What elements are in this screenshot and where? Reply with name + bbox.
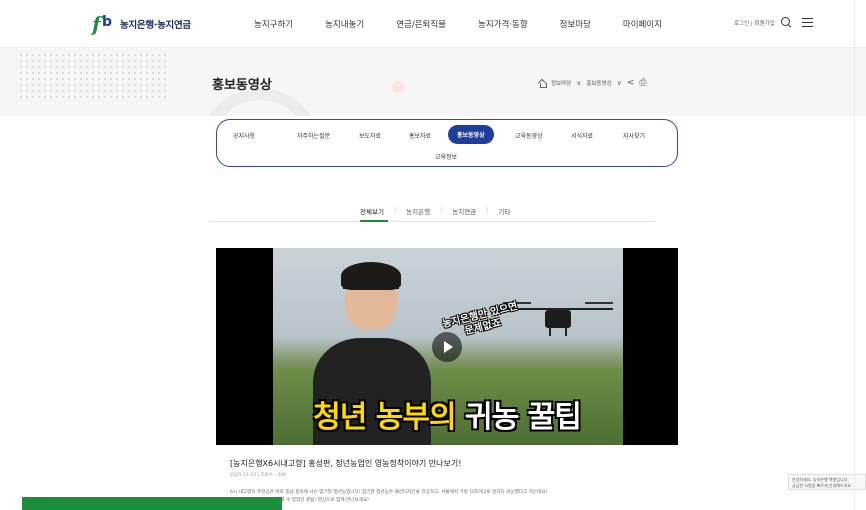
site-header: fb 농지은행·농지연금 농지구하기 농지내놓기 연금/은퇴직불 농지가격·동향…: [0, 0, 866, 48]
post-description: 6시 내고향의 추천공은 바로 충남 홍성에 사는 엄기현 청년농업니다! 엄기…: [230, 490, 548, 503]
tab-promo-material[interactable]: 홍보자료: [409, 131, 431, 140]
tab-forms[interactable]: 서식자료: [571, 131, 593, 140]
pink-dot-decoration: [392, 81, 404, 93]
nav-item-list-farmland[interactable]: 농지내놓기: [325, 18, 364, 30]
chevron-down-icon[interactable]: ∨: [576, 79, 581, 87]
post-title[interactable]: [농지은행X6시내고향] 홍성편, 청년농업인 영농정착이야기 만나보기!: [230, 458, 461, 469]
page-title: 홍보동영상: [212, 78, 272, 93]
filter-farmland-bank[interactable]: 농지은행: [406, 206, 430, 216]
tab-notice[interactable]: 공지사항: [233, 131, 255, 140]
breadcrumb: 정보마당 ∨ 홍보동영상 ∨ < ⎙: [538, 78, 647, 88]
video-caption: 청년 농부의 귀농 꿀팁: [313, 400, 582, 435]
tab-faq[interactable]: 자주하는질문: [297, 131, 330, 140]
page-hero: 홍보동영상 정보마당 ∨ 홍보동영상 ∨ < ⎙: [0, 48, 866, 116]
logo-text: 농지은행·농지연금: [120, 20, 191, 31]
tab-branch-finder[interactable]: 지사찾기: [623, 131, 645, 140]
board-category-tabs: 공지사항 자주하는질문 보도자료 홍보자료 홍보동영상 교육동영상 서식자료 지…: [216, 119, 678, 167]
chevron-down-icon[interactable]: ∨: [617, 79, 622, 87]
separator: |: [486, 206, 489, 214]
nav-item-price-trend[interactable]: 농지가격·동향: [478, 18, 528, 30]
nav-item-info[interactable]: 정보마당: [560, 18, 591, 30]
nav-item-find-farmland[interactable]: 농지구하기: [254, 18, 293, 30]
filter-farmland-pension[interactable]: 농지연금: [452, 206, 476, 216]
breadcrumb-item-current[interactable]: 홍보동영상: [586, 79, 611, 87]
video-player[interactable]: 농지은행만 있으면 문제없죠 청년 농부의 귀농 꿀팁: [216, 248, 678, 445]
filter-divider: [210, 221, 655, 222]
play-icon[interactable]: [432, 332, 462, 362]
site-logo[interactable]: fb 농지은행·농지연금: [92, 12, 191, 36]
tab-edu-info[interactable]: 교육정보: [435, 152, 457, 161]
filter-other[interactable]: 기타: [498, 206, 510, 216]
post-meta: 2025-11-10 | 조회수 : 349: [230, 473, 286, 478]
tab-press[interactable]: 보도자료: [359, 131, 381, 140]
video-filter-tabs: 전체보기 | 농지은행 | 농지연금 | 기타: [360, 206, 510, 216]
home-icon[interactable]: [538, 80, 547, 88]
filter-all[interactable]: 전체보기: [360, 206, 384, 216]
share-icon[interactable]: <: [627, 78, 635, 88]
nav-item-pension[interactable]: 연금/은퇴직불: [396, 18, 446, 30]
tab-edu-video[interactable]: 교육동영상: [515, 131, 543, 140]
tab-promo-video[interactable]: 홍보동영상: [448, 125, 494, 144]
logo-mark-icon: fb: [92, 12, 113, 36]
dot-pattern-decoration: [18, 52, 168, 102]
separator: |: [393, 206, 397, 214]
breadcrumb-item-info[interactable]: 정보마당: [551, 79, 571, 87]
header-utility: 로그인 | 회원가입: [734, 17, 813, 28]
search-icon[interactable]: [780, 17, 792, 28]
bottom-banner[interactable]: [22, 497, 282, 510]
hamburger-menu-icon[interactable]: [801, 18, 813, 28]
nav-item-mypage[interactable]: 마이페이지: [623, 18, 662, 30]
separator: |: [440, 206, 443, 214]
print-icon[interactable]: ⎙: [639, 78, 646, 88]
main-nav: 농지구하기 농지내놓기 연금/은퇴직불 농지가격·동향 정보마당 마이페이지: [254, 18, 694, 30]
scrollbar-track[interactable]: [854, 0, 855, 510]
login-join-links[interactable]: 로그인 | 회원가입: [734, 19, 775, 27]
filter-active-indicator: [360, 220, 388, 222]
